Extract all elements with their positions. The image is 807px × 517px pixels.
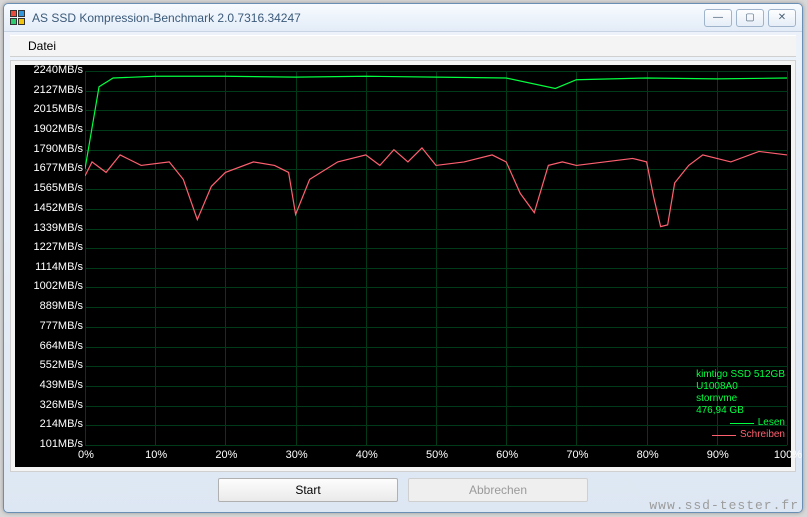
legend-drive-driver: stornvme: [696, 393, 785, 405]
y-tick-label: 2015MB/s: [19, 103, 83, 115]
x-tick-label: 80%: [633, 449, 663, 461]
y-tick-label: 889MB/s: [19, 300, 83, 312]
y-tick-label: 1114MB/s: [19, 261, 83, 273]
legend-read: Lesen: [696, 417, 785, 429]
menu-datei[interactable]: Datei: [20, 37, 64, 55]
x-tick-label: 0%: [71, 449, 101, 461]
y-tick-label: 1790MB/s: [19, 143, 83, 155]
y-tick-label: 1452MB/s: [19, 202, 83, 214]
menubar: Datei: [10, 35, 796, 57]
y-tick-label: 1677MB/s: [19, 162, 83, 174]
close-button[interactable]: ✕: [768, 9, 796, 27]
start-button[interactable]: Start: [218, 478, 398, 502]
y-tick-label: 1565MB/s: [19, 182, 83, 194]
titlebar[interactable]: AS SSD Kompression-Benchmark 2.0.7316.34…: [4, 4, 802, 32]
series-lesen: [85, 76, 787, 169]
legend-read-label: Lesen: [758, 417, 785, 429]
x-tick-label: 50%: [422, 449, 452, 461]
x-tick-label: 60%: [492, 449, 522, 461]
legend-drive-fw: U1008A0: [696, 381, 785, 393]
x-tick-label: 100%: [773, 449, 803, 461]
y-tick-label: 326MB/s: [19, 399, 83, 411]
client-area: 101MB/s214MB/s326MB/s439MB/s552MB/s664MB…: [10, 60, 796, 472]
line-icon: [712, 435, 736, 436]
legend-write: Schreiben: [696, 429, 785, 441]
x-tick-label: 70%: [562, 449, 592, 461]
y-tick-label: 664MB/s: [19, 340, 83, 352]
cancel-button: Abbrechen: [408, 478, 588, 502]
legend-drive-size: 476,94 GB: [696, 405, 785, 417]
legend-drive-name: kimtigo SSD 512GB: [696, 369, 785, 381]
y-tick-label: 1339MB/s: [19, 222, 83, 234]
app-icon: [10, 10, 26, 26]
x-tick-label: 90%: [703, 449, 733, 461]
y-tick-label: 2127MB/s: [19, 84, 83, 96]
y-tick-label: 1002MB/s: [19, 280, 83, 292]
series-schreiben: [85, 148, 787, 227]
line-icon: [730, 423, 754, 424]
y-tick-label: 1227MB/s: [19, 241, 83, 253]
x-tick-label: 20%: [211, 449, 241, 461]
legend-box: kimtigo SSD 512GB U1008A0 stornvme 476,9…: [696, 369, 785, 441]
y-tick-label: 439MB/s: [19, 379, 83, 391]
y-tick-label: 552MB/s: [19, 359, 83, 371]
x-tick-label: 10%: [141, 449, 171, 461]
window-title: AS SSD Kompression-Benchmark 2.0.7316.34…: [32, 11, 704, 25]
y-tick-label: 2240MB/s: [19, 64, 83, 76]
y-tick-label: 777MB/s: [19, 320, 83, 332]
chart-plot: [85, 71, 787, 445]
minimize-button[interactable]: —: [704, 9, 732, 27]
app-window: AS SSD Kompression-Benchmark 2.0.7316.34…: [3, 3, 803, 513]
y-tick-label: 1902MB/s: [19, 123, 83, 135]
x-tick-label: 40%: [352, 449, 382, 461]
x-tick-label: 30%: [282, 449, 312, 461]
legend-write-label: Schreiben: [740, 429, 785, 441]
maximize-button[interactable]: ▢: [736, 9, 764, 27]
y-tick-label: 214MB/s: [19, 418, 83, 430]
chart-area: 101MB/s214MB/s326MB/s439MB/s552MB/s664MB…: [15, 65, 791, 467]
watermark: www.ssd-tester.fr: [649, 498, 799, 513]
